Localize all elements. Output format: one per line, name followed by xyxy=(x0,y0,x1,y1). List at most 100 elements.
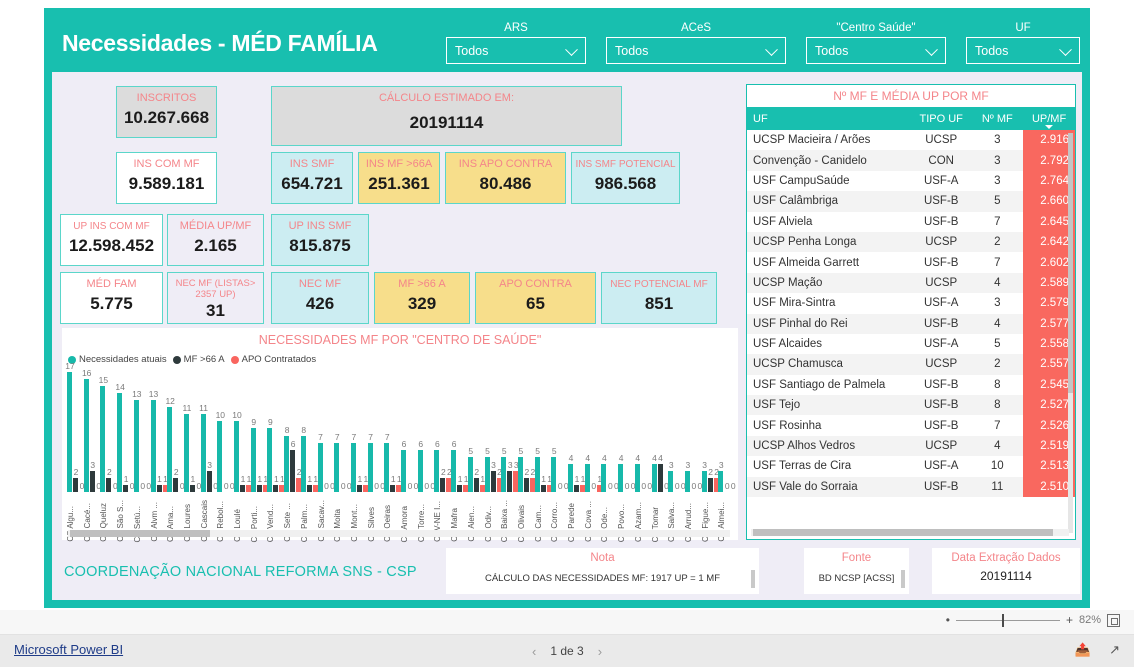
note-card[interactable]: Nota CÁLCULO DAS NECESSIDADES MF: 1917 U… xyxy=(446,548,759,594)
table-row[interactable]: USF Terras de Cira USF-A 10 2.513 xyxy=(747,456,1075,477)
bar-group[interactable]: 533 xyxy=(500,372,519,492)
bar-group[interactable]: 300 xyxy=(667,372,686,492)
column-header-up-mf[interactable]: UP/MF xyxy=(1023,107,1075,130)
bar-group[interactable]: 411 xyxy=(567,372,585,492)
kpi-card-ins-mf-66a[interactable]: INS MF >66A 251.361 xyxy=(358,152,440,204)
table-vertical-scrollbar-thumb[interactable] xyxy=(1068,133,1073,393)
bar-2[interactable] xyxy=(440,477,446,492)
bar-2[interactable] xyxy=(273,484,279,492)
table-row[interactable]: USF CampuSaúde USF-A 3 2.764 xyxy=(747,170,1075,192)
table-row[interactable]: USF Alcaides USF-A 5 2.558 xyxy=(747,333,1075,355)
kpi-card-apo-contra[interactable]: APO CONTRA 65 xyxy=(475,272,596,324)
bar-1[interactable] xyxy=(451,449,457,492)
next-page-icon[interactable]: › xyxy=(598,644,602,659)
table-horizontal-scrollbar[interactable] xyxy=(751,529,1069,536)
kpi-card-med-fam[interactable]: MÉD FAM 5.775 xyxy=(60,272,163,324)
kpi-card-mf-66a[interactable]: MF >66 A 329 xyxy=(374,272,470,324)
bar-group[interactable]: 401 xyxy=(584,372,602,492)
kpi-card-media-up-mf[interactable]: MÉDIA UP/MF 2.165 xyxy=(167,214,264,266)
note-scrollbar[interactable] xyxy=(751,570,755,588)
bar-2[interactable] xyxy=(707,477,713,492)
zoom-slider-handle[interactable] xyxy=(1001,614,1005,627)
bar-group[interactable]: 10 0 0 xyxy=(216,372,235,492)
table-row[interactable]: UCSP Mação UCSP 4 2.589 xyxy=(747,272,1075,294)
table-row[interactable]: UCSP Macieira / Arões UCSP 3 2.916 xyxy=(747,130,1075,151)
bar-group[interactable]: 16 3 0 xyxy=(82,369,101,492)
slicer-uf-dropdown[interactable]: Todos xyxy=(966,37,1080,64)
bar-group[interactable]: 522 xyxy=(517,372,535,492)
bar-1[interactable] xyxy=(83,379,89,492)
bar-group[interactable]: 911 xyxy=(250,372,268,492)
bar-group[interactable]: 500 xyxy=(550,372,569,492)
bar-1[interactable] xyxy=(200,414,206,492)
bar-group[interactable]: 711 xyxy=(383,372,402,492)
table-row[interactable]: USF Alviela USF-B 7 2.645 xyxy=(747,211,1075,232)
bar-2[interactable] xyxy=(256,484,262,492)
kpi-card-nec-mf-listas[interactable]: NEC MF (LISTAS> 2357 UP) 31 xyxy=(167,272,264,324)
kpi-card-ins-smf-potencial[interactable]: INS SMF POTENCIAL 986.568 xyxy=(571,152,680,204)
kpi-card-ins-smf[interactable]: INS SMF 654.721 xyxy=(271,152,353,204)
bar-group[interactable]: 622 xyxy=(433,372,452,492)
bar-1[interactable] xyxy=(167,407,173,492)
kpi-card-nec-potencial-mf[interactable]: NEC POTENCIAL MF 851 xyxy=(601,272,717,324)
bar-2[interactable] xyxy=(156,484,162,492)
source-card[interactable]: Fonte BD NCSP [ACSS] xyxy=(804,548,909,594)
bar-chart-visual[interactable]: NECESSIDADES MF POR "CENTRO DE SAÚDE" Ne… xyxy=(62,328,738,542)
table-row[interactable]: Convenção - Canidelo CON 3 2.792 xyxy=(747,150,1075,171)
kpi-card-up-ins-com-mf[interactable]: UP INS COM MF 12.598.452 xyxy=(60,214,163,266)
bar-group[interactable]: 400 xyxy=(600,372,619,492)
slicer-ars-dropdown[interactable]: Todos xyxy=(446,37,586,64)
bar-group[interactable]: 532 xyxy=(484,372,502,492)
kpi-card-up-ins-smf[interactable]: UP INS SMF 815.875 xyxy=(271,214,369,266)
chart-horizontal-scrollbar[interactable] xyxy=(68,530,730,537)
bar-group[interactable]: 521 xyxy=(467,372,485,492)
bar-group[interactable]: 400 xyxy=(617,372,635,492)
bar-group[interactable]: 17 2 0 xyxy=(65,362,84,492)
column-header-tipo-uf[interactable]: TIPO UF xyxy=(911,107,972,130)
share-icon[interactable]: 📤 xyxy=(1075,642,1091,658)
bar-2[interactable] xyxy=(356,484,362,492)
bar-group[interactable]: 511 xyxy=(534,372,552,492)
table-row[interactable]: UCSP Alhos Vedros UCSP 4 2.519 xyxy=(747,435,1075,457)
table-row[interactable]: USF Santiago de Palmela USF-B 8 2.545 xyxy=(747,374,1075,396)
zoom-in-icon[interactable]: + xyxy=(1066,613,1073,627)
source-scrollbar[interactable] xyxy=(901,570,905,588)
kpi-card-ins-apo-contra[interactable]: INS APO CONTRA 80.486 xyxy=(445,152,566,204)
bar-group[interactable]: 10 1 1 xyxy=(232,372,251,492)
bar-2[interactable] xyxy=(457,484,463,492)
bar-group[interactable]: 400 xyxy=(634,372,652,492)
bar-2[interactable] xyxy=(240,484,245,492)
bar-1[interactable] xyxy=(384,442,390,492)
bar-2[interactable] xyxy=(507,470,513,492)
table-row[interactable]: USF Tejo USF-B 8 2.527 xyxy=(747,395,1075,416)
table-row[interactable]: USF Mira-Sintra USF-A 3 2.579 xyxy=(747,293,1075,314)
bar-group[interactable]: 11 3 0 xyxy=(199,372,218,492)
kpi-card-ins-com-mf[interactable]: INS COM MF 9.589.181 xyxy=(116,152,217,204)
bar-2[interactable] xyxy=(306,484,312,492)
table-row[interactable]: USF Calâmbriga USF-B 5 2.660 xyxy=(747,191,1075,212)
bar-group[interactable]: 11 1 0 xyxy=(182,372,201,492)
bar-2[interactable] xyxy=(523,477,529,492)
table-row[interactable]: USF Almeida Garrett USF-B 7 2.602 xyxy=(747,252,1075,273)
bar-group[interactable]: 600 xyxy=(417,372,435,492)
bar-2[interactable] xyxy=(574,484,579,492)
table-row[interactable]: USF Rosinha USF-B 7 2.526 xyxy=(747,415,1075,436)
legend-item-apo[interactable]: APO Contratados xyxy=(230,354,316,365)
column-header-uf[interactable]: UF xyxy=(747,107,911,130)
uf-table-visual[interactable]: Nº MF E MÉDIA UP POR MF UF TIPO UF Nº MF… xyxy=(746,84,1076,540)
slicer-centro-saude-dropdown[interactable]: Todos xyxy=(806,37,946,64)
zoom-out-icon[interactable]: • xyxy=(946,613,950,627)
fit-to-page-icon[interactable] xyxy=(1107,613,1120,627)
extraction-date-card[interactable]: Data Extração Dados 20191114 xyxy=(932,548,1080,594)
bar-group[interactable]: 611 xyxy=(450,372,468,492)
bar-group[interactable]: 600 xyxy=(400,372,418,492)
bar-2[interactable] xyxy=(540,484,546,492)
chart-scrollbar-thumb[interactable] xyxy=(70,530,210,537)
bar-2[interactable] xyxy=(390,484,396,492)
table-row[interactable]: USF Vale do Sorraia USF-B 11 2.510 xyxy=(747,476,1075,498)
table-row[interactable]: UCSP Chamusca UCSP 2 2.557 xyxy=(747,354,1075,375)
kpi-card-nec-mf[interactable]: NEC MF 426 xyxy=(271,272,369,324)
bar-group[interactable]: 13 1 1 xyxy=(149,372,168,492)
bar-1[interactable] xyxy=(651,463,657,492)
previous-page-icon[interactable]: ‹ xyxy=(532,644,536,659)
